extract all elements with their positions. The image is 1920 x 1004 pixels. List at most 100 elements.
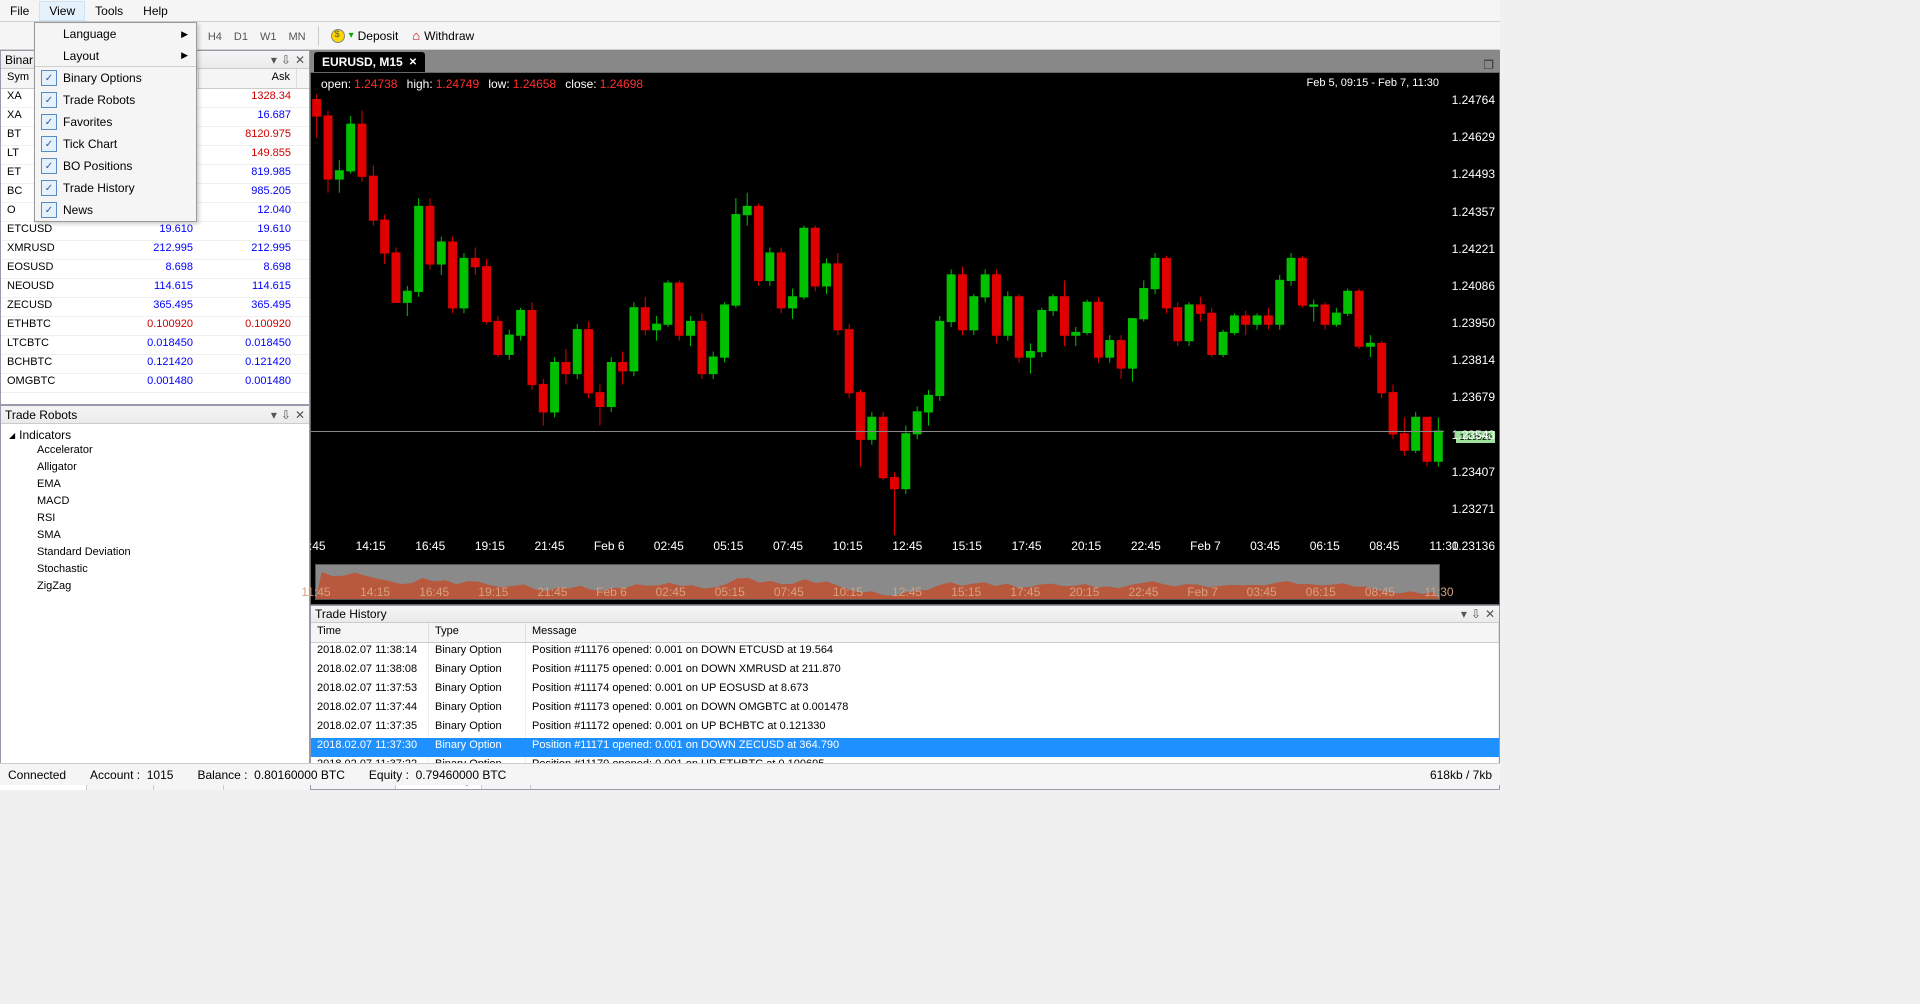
- menubar: File View Tools Help: [0, 0, 1500, 22]
- col-ask[interactable]: Ask: [199, 69, 297, 88]
- mini-xaxis-label: 05:15: [715, 585, 745, 599]
- timeframe-mn[interactable]: MN: [282, 29, 311, 45]
- tree-group-label: Indicators: [19, 428, 71, 442]
- dropdown-icon[interactable]: ▾: [271, 53, 277, 67]
- menu-help[interactable]: Help: [133, 1, 178, 21]
- view-menu-item[interactable]: ✓Trade Robots: [35, 89, 196, 111]
- mini-xaxis: 11:4514:1516:4519:1521:45Feb 602:4505:15…: [316, 585, 1439, 597]
- mini-xaxis-label: 08:45: [1365, 585, 1395, 599]
- timeframe-w1[interactable]: W1: [254, 29, 283, 45]
- indicator-item[interactable]: Standard Deviation: [9, 544, 301, 561]
- mini-xaxis-label: 11:30: [1424, 585, 1453, 599]
- history-row[interactable]: 2018.02.07 11:37:30Binary OptionPosition…: [311, 738, 1499, 757]
- status-equity: Equity : 0.79460000 BTC: [369, 768, 506, 782]
- tree-group-indicators[interactable]: ◢ Indicators: [9, 428, 301, 442]
- close-icon[interactable]: ✕: [295, 408, 305, 422]
- indicator-item[interactable]: ZigZag: [9, 578, 301, 595]
- market-row[interactable]: NEOUSD114.615114.615: [1, 279, 309, 298]
- market-row[interactable]: BCHBTC0.1214200.121420: [1, 355, 309, 374]
- bid-cell: 212.995: [91, 241, 199, 259]
- chart-xaxis: 11:4514:1516:4519:1521:45Feb 602:4505:15…: [311, 539, 1444, 559]
- chart-tab-label: EURUSD, M15: [322, 55, 403, 69]
- chart-container[interactable]: open: 1.24738 high: 1.24749 low: 1.24658…: [310, 72, 1500, 605]
- yaxis-label: 1.24357: [1452, 205, 1495, 219]
- menu-item-label: Tick Chart: [63, 137, 117, 151]
- history-row[interactable]: 2018.02.07 11:37:35Binary OptionPosition…: [311, 719, 1499, 738]
- restore-icon[interactable]: ❐: [1483, 58, 1494, 72]
- close-icon[interactable]: ✕: [295, 53, 305, 67]
- dropdown-icon[interactable]: ▾: [271, 408, 277, 422]
- view-menu-item[interactable]: ✓BO Positions: [35, 155, 196, 177]
- close-icon[interactable]: ✕: [409, 57, 417, 68]
- pin-icon[interactable]: ⇩: [281, 408, 291, 422]
- history-message: Position #11171 opened: 0.001 on DOWN ZE…: [526, 738, 1499, 757]
- deposit-button[interactable]: ▾ Deposit: [325, 27, 405, 45]
- mini-xaxis-label: 15:15: [951, 585, 981, 599]
- view-menu-item[interactable]: ✓Binary Options: [35, 67, 196, 89]
- xaxis-label: 02:45: [654, 539, 684, 553]
- ask-cell: 0.100920: [199, 317, 297, 335]
- timeframe-d1[interactable]: D1: [228, 29, 254, 45]
- market-row[interactable]: ZECUSD365.495365.495: [1, 298, 309, 317]
- close-icon[interactable]: ✕: [1485, 607, 1495, 621]
- history-type: Binary Option: [429, 662, 526, 681]
- history-row[interactable]: 2018.02.07 11:37:44Binary OptionPosition…: [311, 700, 1499, 719]
- market-watch-title: Binar: [5, 53, 33, 67]
- menu-view[interactable]: View: [39, 1, 85, 21]
- mini-chart[interactable]: 11:4514:1516:4519:1521:45Feb 602:4505:15…: [315, 564, 1440, 600]
- xaxis-label: 20:15: [1071, 539, 1101, 553]
- view-menu-item[interactable]: ✓Trade History: [35, 177, 196, 199]
- check-icon: ✓: [41, 114, 57, 130]
- market-row[interactable]: LTCBTC0.0184500.018450: [1, 336, 309, 355]
- xaxis-label: 03:45: [1250, 539, 1280, 553]
- view-menu-item[interactable]: ✓Tick Chart: [35, 133, 196, 155]
- ask-cell: 0.018450: [199, 336, 297, 354]
- market-row[interactable]: ETCUSD19.61019.610: [1, 222, 309, 241]
- indicator-item[interactable]: SMA: [9, 527, 301, 544]
- col-time[interactable]: Time: [311, 623, 429, 641]
- dropdown-icon[interactable]: ▾: [1461, 607, 1467, 621]
- history-row[interactable]: 2018.02.07 11:38:14Binary OptionPosition…: [311, 643, 1499, 662]
- check-icon: ✓: [41, 202, 57, 218]
- xaxis-label: 10:15: [833, 539, 863, 553]
- history-row[interactable]: 2018.02.07 11:37:53Binary OptionPosition…: [311, 681, 1499, 700]
- view-menu-item[interactable]: ✓News: [35, 199, 196, 221]
- history-time: 2018.02.07 11:37:35: [311, 719, 429, 738]
- indicator-item[interactable]: Accelerator: [9, 442, 301, 459]
- withdraw-button[interactable]: ⌂ Withdraw: [406, 26, 480, 45]
- view-menu-item[interactable]: Layout▶: [35, 45, 196, 67]
- menu-item-label: Language: [63, 27, 116, 41]
- col-type[interactable]: Type: [429, 623, 526, 641]
- indicator-item[interactable]: Stochastic: [9, 561, 301, 578]
- mini-xaxis-label: Feb 6: [596, 585, 627, 599]
- market-row[interactable]: EOSUSD8.6988.698: [1, 260, 309, 279]
- market-row[interactable]: XMRUSD212.995212.995: [1, 241, 309, 260]
- view-menu-item[interactable]: ✓Favorites: [35, 111, 196, 133]
- col-message[interactable]: Message: [526, 623, 1499, 641]
- xaxis-label: 12:45: [892, 539, 922, 553]
- view-menu-item[interactable]: Language▶: [35, 23, 196, 45]
- indicator-item[interactable]: MACD: [9, 493, 301, 510]
- chart-tab-eurusd[interactable]: EURUSD, M15 ✕: [314, 52, 425, 72]
- ask-cell: 114.615: [199, 279, 297, 297]
- mini-xaxis-label: 02:45: [656, 585, 686, 599]
- pin-icon[interactable]: ⇩: [281, 53, 291, 67]
- timeframe-h4[interactable]: H4: [202, 29, 228, 45]
- market-row[interactable]: OMGBTC0.0014800.001480: [1, 374, 309, 393]
- xaxis-label: 16:45: [415, 539, 445, 553]
- symbol-cell: ZECUSD: [1, 298, 91, 316]
- bid-cell: 114.615: [91, 279, 199, 297]
- menu-tools[interactable]: Tools: [85, 1, 133, 21]
- indicator-item[interactable]: EMA: [9, 476, 301, 493]
- menu-file[interactable]: File: [0, 1, 39, 21]
- indicator-item[interactable]: Alligator: [9, 459, 301, 476]
- bid-cell: 0.018450: [91, 336, 199, 354]
- history-message: Position #11174 opened: 0.001 on UP EOSU…: [526, 681, 1499, 700]
- indicator-item[interactable]: RSI: [9, 510, 301, 527]
- market-row[interactable]: ETHBTC0.1009200.100920: [1, 317, 309, 336]
- menu-item-label: Trade Robots: [63, 93, 135, 107]
- history-row[interactable]: 2018.02.07 11:38:08Binary OptionPosition…: [311, 662, 1499, 681]
- pin-icon[interactable]: ⇩: [1471, 607, 1481, 621]
- mini-xaxis-label: 20:15: [1069, 585, 1099, 599]
- status-bar: Connected Account : 1015 Balance : 0.801…: [0, 763, 1500, 785]
